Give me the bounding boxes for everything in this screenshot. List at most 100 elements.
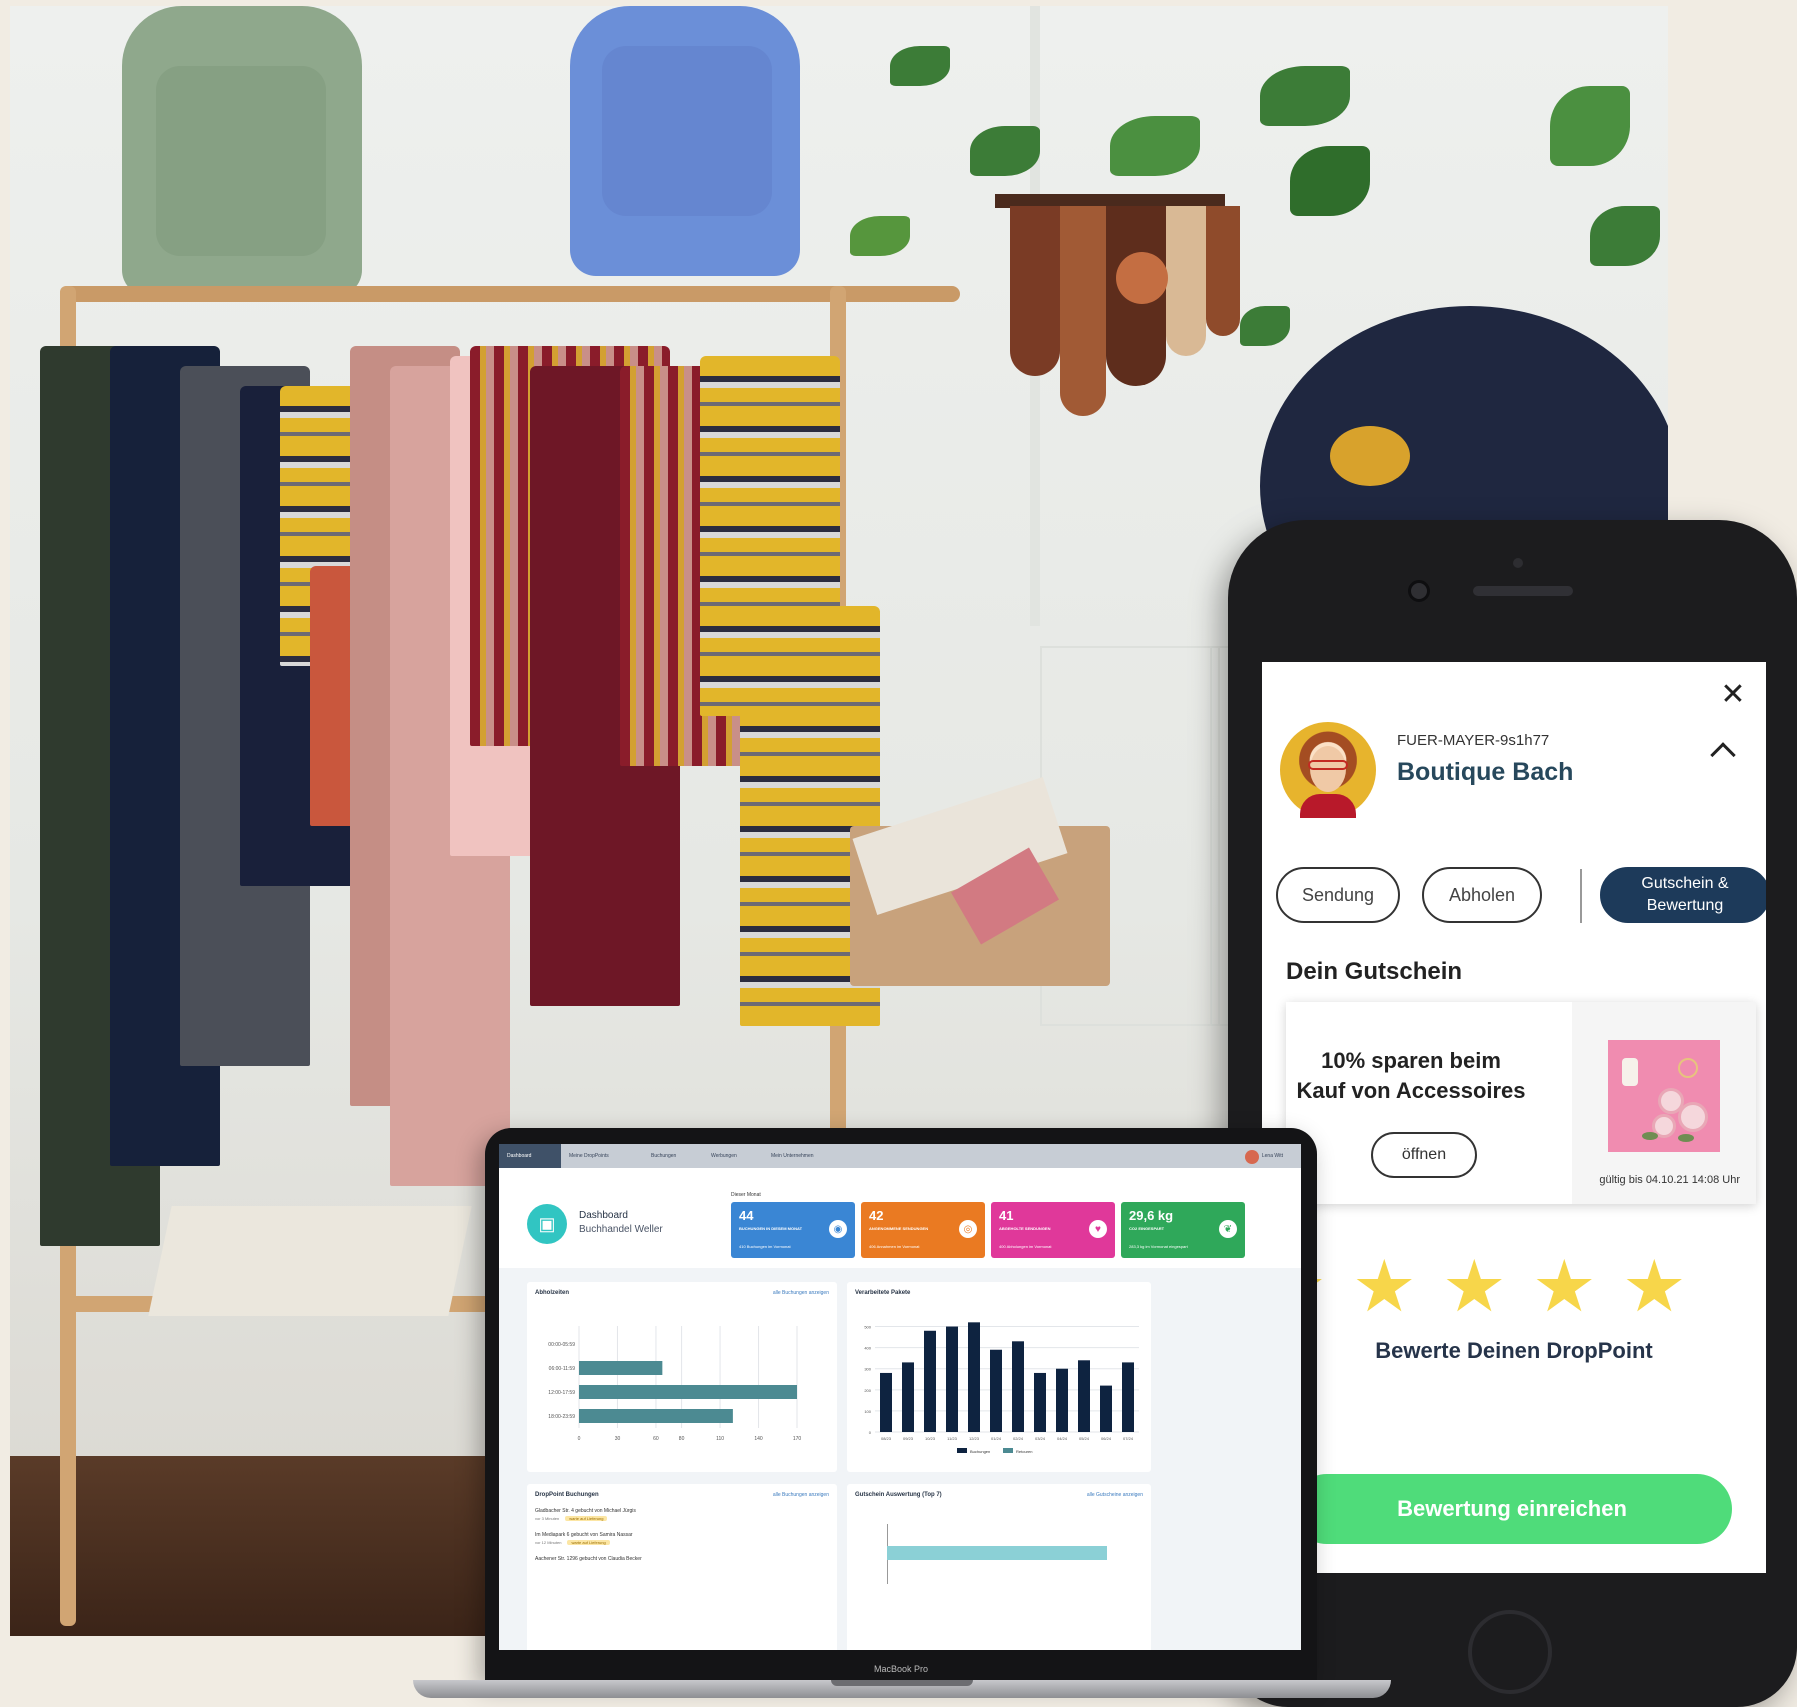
tab-sendung[interactable]: Sendung (1276, 867, 1400, 923)
tick-label: 03/24 (1035, 1436, 1046, 1441)
tick-label: 01/24 (991, 1436, 1002, 1441)
chevron-up-icon[interactable] (1710, 742, 1736, 768)
kpi-label: ABGEHOLTE SENDUNGEN (999, 1226, 1051, 1231)
star-icon[interactable]: ★ (1622, 1251, 1687, 1323)
rating-stars[interactable]: ★ ★ ★ ★ ★ (1262, 1251, 1766, 1323)
tab-abholen[interactable]: Abholen (1422, 867, 1542, 923)
package-icon: ◎ (959, 1220, 977, 1238)
tick-label: 30 (615, 1436, 621, 1442)
voucher-bar (887, 1546, 1107, 1560)
tick-label: 200 (864, 1388, 871, 1393)
kpi-buchungen[interactable]: 44 BUCHUNGEN IN DIESEM MONAT 410 Buchung… (731, 1202, 855, 1258)
kpi-angenommen[interactable]: 42 ANGENOMMENE SENDUNGEN 406 Annahmen im… (861, 1202, 985, 1258)
rating-prompt: Bewerte Deinen DropPoint (1375, 1338, 1653, 1363)
voucher-heading: Dein Gutschein (1286, 958, 1463, 985)
bar (1100, 1385, 1112, 1432)
bar (946, 1326, 958, 1432)
card-abholzeiten: Abholzeiten alle Buchungen anzeigen 0 30 6… (527, 1282, 837, 1472)
bar (1012, 1341, 1024, 1432)
tick-label: 10/23 (925, 1436, 936, 1441)
laptop-notch (831, 1680, 973, 1686)
booking-time: vor 12 Minuten (535, 1540, 562, 1545)
dashboard-icon: ▣ (527, 1204, 567, 1244)
booking-code: FUER-MAYER-9s1h77 (1397, 732, 1550, 749)
tick-label: 140 (754, 1436, 763, 1442)
kpi-sub: 283,3 kg im Vormonat eingespart (1129, 1244, 1188, 1249)
close-icon[interactable]: ✕ (1718, 680, 1748, 710)
category-label: 06:00-11:59 (549, 1366, 576, 1372)
kpi-value: 44 (739, 1208, 754, 1223)
tick-label: 05/24 (1079, 1436, 1090, 1441)
tab-divider (1580, 869, 1582, 923)
voucher-validity: gültig bis 04.10.21 14:08 Uhr (1599, 1174, 1740, 1186)
bar (579, 1385, 797, 1399)
tick-label: 04/24 (1057, 1436, 1068, 1441)
nav-buchungen[interactable]: Buchungen (643, 1144, 703, 1168)
show-all-bookings-link[interactable]: alle Buchungen anzeigen (773, 1492, 829, 1498)
kpi-value: 42 (869, 1208, 884, 1223)
tick-label: 80 (679, 1436, 685, 1442)
nav-mein-unternehmen[interactable]: Mein Unternehmen (763, 1144, 845, 1168)
tick-label: 300 (864, 1367, 871, 1372)
kpi-co2[interactable]: 29,6 kg CO2 EINGESPART 283,3 kg im Vormo… (1121, 1202, 1245, 1258)
booking-item[interactable]: Aachener Str. 1296 gebucht von Claudia B… (535, 1556, 642, 1562)
nav-dashboard[interactable]: Dashboard (499, 1144, 561, 1168)
app-screen: ✕ FUER-MAYER-9s1h77 Boutique Bach Sendun… (1262, 662, 1766, 1573)
kpi-sub: 410 Buchungen im Vormonat (739, 1244, 791, 1249)
star-icon[interactable]: ★ (1532, 1251, 1597, 1323)
nav-dashboard-label: Dashboard (507, 1153, 532, 1159)
bar (1056, 1368, 1068, 1432)
show-all-vouchers-link[interactable]: alle Gutscheine anzeigen (1087, 1492, 1143, 1498)
card-verarbeitete-pakete: Verarbeitete Pakete 0 100 200 300 400 500 08/2… (847, 1282, 1151, 1472)
laptop-brand: MacBook Pro (873, 1664, 929, 1674)
submit-rating-button[interactable]: Bewertung einreichen (1292, 1474, 1732, 1544)
nav-meine-droppoints[interactable]: Meine DropPoints (561, 1144, 643, 1168)
kpi-sub: 406 Annahmen im Vormonat (869, 1244, 920, 1249)
category-label: 12:00-17:59 (548, 1390, 575, 1396)
booking-item[interactable]: Gladbacher Str. 4 gebucht von Michael Jü… (535, 1508, 636, 1514)
open-voucher-button[interactable]: öffnen (1371, 1132, 1477, 1178)
nav-meine-droppoints-label: Meine DropPoints (569, 1153, 609, 1159)
legend-swatch (1003, 1448, 1013, 1453)
tab-gutschein-bewertung[interactable]: Gutschein & Bewertung (1600, 867, 1766, 923)
bar (1122, 1362, 1134, 1432)
nav-werbungen[interactable]: Werbungen (703, 1144, 763, 1168)
star-icon[interactable]: ★ (1442, 1251, 1507, 1323)
tick-label: 07/24 (1123, 1436, 1134, 1441)
tick-label: 110 (716, 1436, 724, 1442)
stage: ✕ FUER-MAYER-9s1h77 Boutique Bach Sendun… (0, 0, 1797, 1707)
status-badge: warte auf Lieferung (565, 1516, 608, 1521)
kpi-value: 29,6 kg (1129, 1208, 1174, 1223)
tick-label: 170 (793, 1436, 802, 1442)
kpi-label: ANGENOMMENE SENDUNGEN (869, 1226, 929, 1231)
card-gutschein-auswertung: Gutschein Auswertung (Top 7) alle Gutsch… (847, 1484, 1151, 1650)
tick-label: 400 (864, 1346, 871, 1351)
booking-time: vor 3 Minuten (535, 1516, 560, 1521)
leaf-icon: ❦ (1219, 1220, 1237, 1238)
month-label: Dieser Monat (731, 1192, 761, 1198)
kpi-value: 41 (999, 1208, 1014, 1223)
category-label: 18:00-23:59 (548, 1414, 575, 1420)
star-icon[interactable]: ★ (1352, 1251, 1417, 1323)
legend-swatch (957, 1448, 967, 1453)
dashboard-subtitle: Buchhandel Weller (579, 1224, 663, 1235)
kpi-abgeholt[interactable]: 41 ABGEHOLTE SENDUNGEN 400 Abholungen im… (991, 1202, 1115, 1258)
home-button[interactable] (1468, 1610, 1552, 1694)
camera (1408, 580, 1430, 602)
bar (968, 1322, 980, 1432)
tick-label: 11/23 (947, 1436, 957, 1441)
voucher-card: 10% sparen beim Kauf von Accessoires öff… (1286, 1002, 1756, 1204)
user-name[interactable]: Lena Witt (1262, 1153, 1283, 1159)
user-avatar[interactable] (1245, 1150, 1259, 1164)
bar (1034, 1372, 1046, 1432)
booking-item[interactable]: Im Mediapark 6 gebucht von Samira Nassar (535, 1532, 633, 1538)
phone-sensor (1513, 558, 1523, 568)
dashboard-header: ▣ Dashboard Buchhandel Weller Dieser Mon… (499, 1168, 1301, 1268)
pakete-chart: 0 100 200 300 400 500 08/23 09/23 10/23 11/23 12/2… (864, 1322, 1139, 1454)
accessories-image (1608, 1040, 1720, 1152)
tick-label: 09/23 (903, 1436, 914, 1441)
tick-label: 500 (864, 1325, 871, 1330)
tick-label: 0 (869, 1430, 872, 1435)
tab-bar: Sendung Abholen Gutschein & Bewertung (1276, 867, 1766, 927)
tick-label: 0 (578, 1436, 581, 1442)
